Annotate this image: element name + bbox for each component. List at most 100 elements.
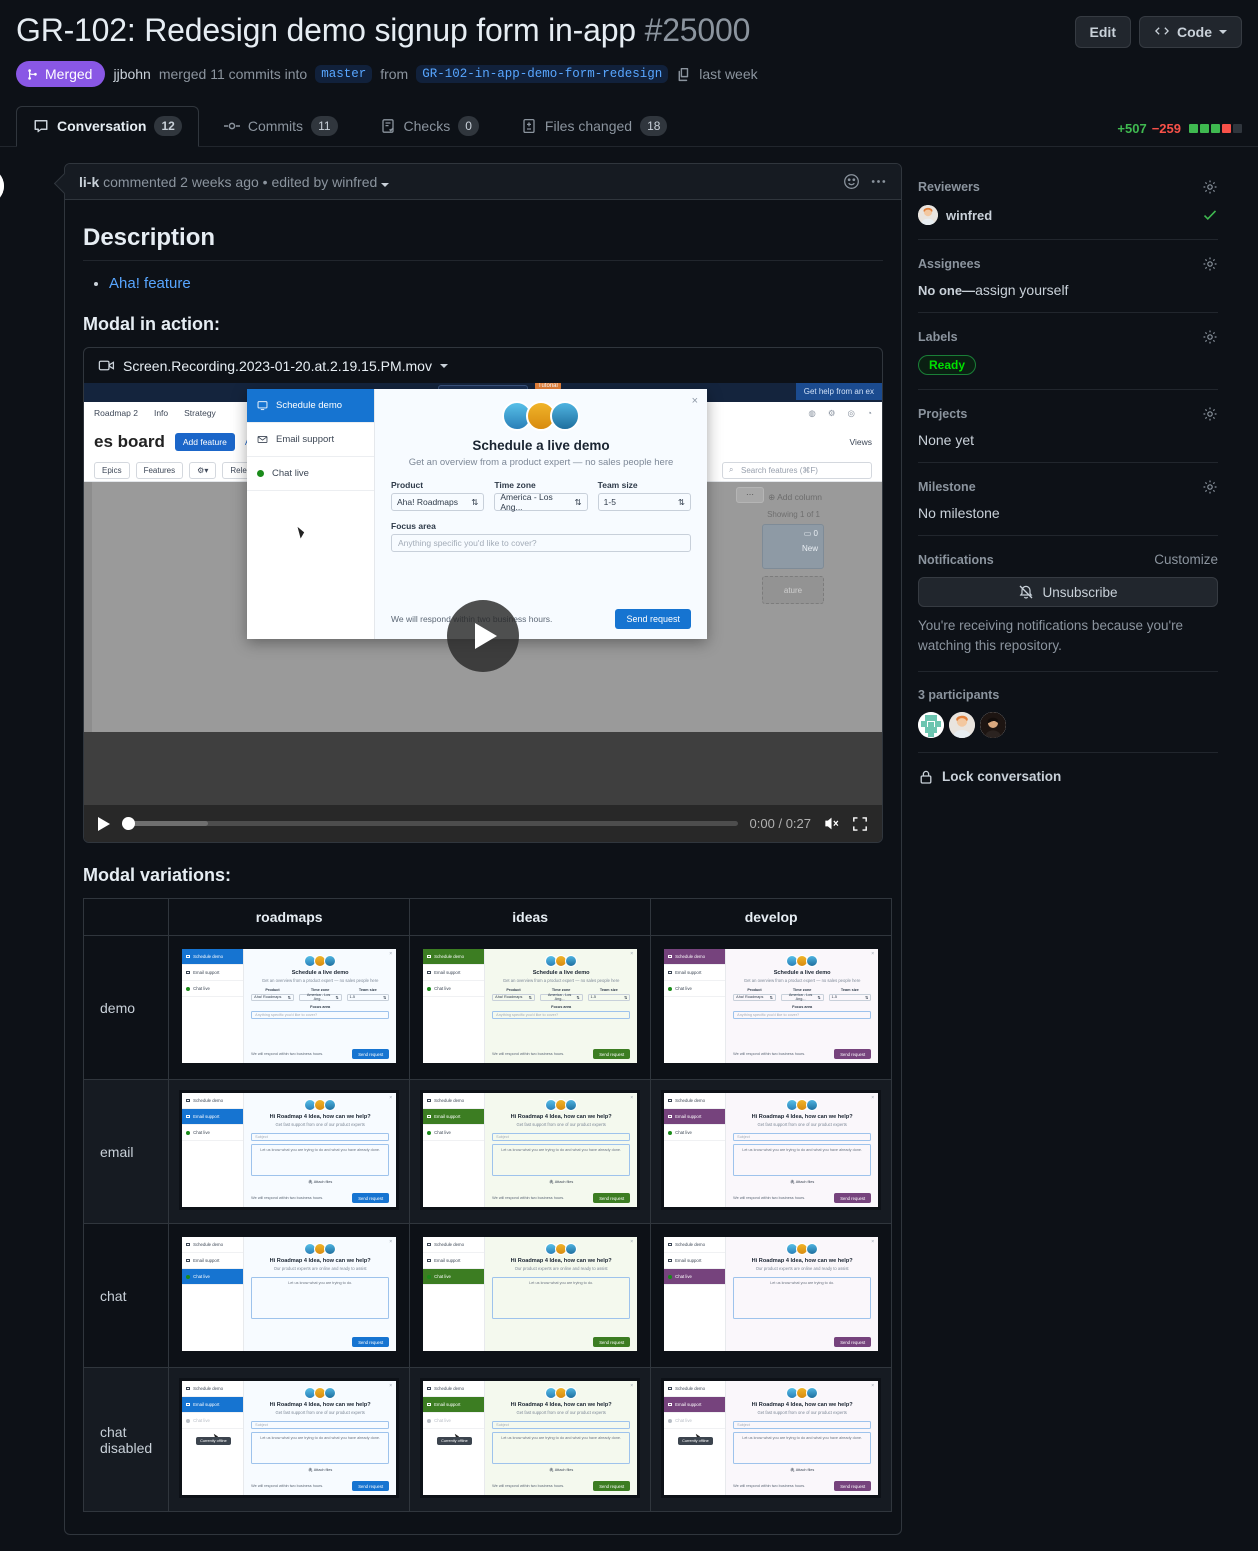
participant-avatar[interactable] bbox=[980, 712, 1006, 738]
lock-conversation-button[interactable]: Lock conversation bbox=[918, 769, 1218, 785]
thumb-menu-item[interactable]: Chat live bbox=[423, 1413, 484, 1429]
close-icon[interactable]: × bbox=[692, 395, 698, 407]
customize-link[interactable]: Customize bbox=[1154, 552, 1218, 567]
variation-thumbnail[interactable]: Schedule demoEmail supportChat liveHi Ro… bbox=[420, 1234, 640, 1354]
edit-button[interactable]: Edit bbox=[1075, 16, 1131, 48]
copy-branch-icon[interactable] bbox=[676, 67, 691, 82]
thumb-menu-item[interactable]: Chat live bbox=[182, 981, 243, 997]
thumb-attach-files[interactable]: 🖇 Attach files bbox=[251, 1179, 389, 1184]
modal-menu-email-support[interactable]: Email support bbox=[247, 423, 374, 457]
thumb-send-button[interactable]: Send request bbox=[352, 1049, 389, 1059]
thumb-menu-item[interactable]: Schedule demo bbox=[182, 1237, 243, 1253]
thumb-select[interactable]: America - Los Ang...⇅ bbox=[299, 994, 342, 1001]
modal-menu-chat-live[interactable]: Chat live bbox=[247, 457, 374, 491]
thumb-menu-item[interactable]: Schedule demo bbox=[664, 1381, 725, 1397]
thumb-send-button[interactable]: Send request bbox=[352, 1193, 389, 1203]
tab-conversation[interactable]: Conversation 12 bbox=[16, 106, 199, 147]
variation-thumbnail[interactable]: Schedule demoEmail supportChat liveCurre… bbox=[661, 1378, 881, 1498]
thumb-menu-item[interactable]: Chat live bbox=[664, 1269, 725, 1285]
timezone-select[interactable]: America - Los Ang...⇅ bbox=[494, 493, 587, 511]
thumb-select[interactable]: Aha! Roadmaps⇅ bbox=[492, 994, 535, 1001]
thumb-menu-item[interactable]: Chat live bbox=[423, 981, 484, 997]
modal-menu-schedule-demo[interactable]: Schedule demo bbox=[247, 389, 374, 423]
thumb-menu-item[interactable]: Schedule demo bbox=[182, 949, 243, 965]
thumb-attach-files[interactable]: 🖇 Attach files bbox=[733, 1179, 871, 1184]
close-icon[interactable]: × bbox=[871, 1095, 874, 1101]
thumb-menu-item[interactable]: Email support bbox=[664, 1109, 725, 1125]
comment-menu-icon[interactable] bbox=[870, 173, 887, 190]
thumb-menu-item[interactable]: Chat live bbox=[664, 1413, 725, 1429]
thumb-select[interactable]: Aha! Roadmaps⇅ bbox=[733, 994, 776, 1001]
close-icon[interactable]: × bbox=[871, 1383, 874, 1389]
code-button[interactable]: Code bbox=[1139, 16, 1242, 48]
thumb-send-button[interactable]: Send request bbox=[834, 1481, 871, 1491]
thumb-menu-item[interactable]: Schedule demo bbox=[664, 949, 725, 965]
send-request-button[interactable]: Send request bbox=[615, 609, 691, 629]
variation-thumbnail[interactable]: Schedule demoEmail supportChat liveHi Ro… bbox=[420, 1090, 640, 1210]
variation-thumbnail[interactable]: Schedule demoEmail supportChat liveSched… bbox=[661, 946, 881, 1066]
close-icon[interactable]: × bbox=[389, 1095, 392, 1101]
thumb-message-area[interactable]: Let us know what you are trying to do. bbox=[251, 1277, 389, 1319]
thumb-select[interactable]: America - Los Ang...⇅ bbox=[540, 994, 583, 1001]
thumb-message-area[interactable]: Let us know what you are trying to do an… bbox=[251, 1144, 389, 1176]
thumb-menu-item[interactable]: Schedule demo bbox=[664, 1237, 725, 1253]
variation-thumbnail[interactable]: Schedule demoEmail supportChat liveHi Ro… bbox=[661, 1234, 881, 1354]
thumb-menu-item[interactable]: Schedule demo bbox=[423, 949, 484, 965]
thumb-message-area[interactable]: Let us know what you are trying to do. bbox=[492, 1277, 630, 1319]
thumb-send-button[interactable]: Send request bbox=[593, 1337, 630, 1347]
thumb-menu-item[interactable]: Email support bbox=[182, 1397, 243, 1413]
tab-checks[interactable]: Checks 0 bbox=[363, 106, 496, 147]
thumb-send-button[interactable]: Send request bbox=[834, 1049, 871, 1059]
tab-commits[interactable]: Commits 11 bbox=[207, 106, 355, 147]
close-icon[interactable]: × bbox=[630, 1095, 633, 1101]
product-select[interactable]: Aha! Roadmaps⇅ bbox=[391, 493, 484, 511]
video-stage[interactable]: Quick start guide Tutorial Get help from… bbox=[84, 383, 882, 805]
variation-thumbnail[interactable]: Schedule demoEmail supportChat liveCurre… bbox=[420, 1378, 640, 1498]
thumb-select[interactable]: 1-5⇅ bbox=[588, 994, 631, 1001]
thumb-attach-files[interactable]: 🖇 Attach files bbox=[492, 1179, 630, 1184]
thumb-send-button[interactable]: Send request bbox=[593, 1481, 630, 1491]
thumb-menu-item[interactable]: Schedule demo bbox=[182, 1093, 243, 1109]
participant-avatar[interactable] bbox=[918, 712, 944, 738]
mute-icon[interactable] bbox=[823, 815, 840, 832]
comment-author[interactable]: li-k bbox=[79, 174, 99, 190]
thumb-menu-item[interactable]: Chat live bbox=[423, 1269, 484, 1285]
thumb-message-area[interactable]: Let us know what you are trying to do an… bbox=[492, 1144, 630, 1176]
thumb-send-button[interactable]: Send request bbox=[834, 1193, 871, 1203]
merged-by-user[interactable]: jjbohn bbox=[113, 66, 150, 82]
thumb-select[interactable]: 1-5⇅ bbox=[347, 994, 390, 1001]
focus-area-input[interactable]: Anything specific you'd like to cover? bbox=[391, 534, 691, 552]
thumb-subject-input[interactable]: Subject bbox=[251, 1133, 389, 1141]
tab-files-changed[interactable]: Files changed 18 bbox=[504, 106, 685, 147]
thumb-menu-item[interactable]: Chat live bbox=[182, 1413, 243, 1429]
thumb-attach-files[interactable]: 🖇 Attach files bbox=[251, 1467, 389, 1472]
thumb-menu-item[interactable]: Chat live bbox=[182, 1269, 243, 1285]
head-branch[interactable]: GR-102-in-app-demo-form-redesign bbox=[416, 65, 668, 83]
thumb-subject-input[interactable]: Subject bbox=[733, 1133, 871, 1141]
fullscreen-icon[interactable] bbox=[852, 816, 868, 832]
thumb-subject-input[interactable]: Subject bbox=[733, 1421, 871, 1429]
add-reaction-icon[interactable] bbox=[843, 173, 860, 190]
thumb-message-area[interactable]: Let us know what you are trying to do an… bbox=[733, 1432, 871, 1464]
video-progress-bar[interactable] bbox=[122, 821, 738, 826]
thumb-menu-item[interactable]: Email support bbox=[664, 965, 725, 981]
thumb-send-button[interactable]: Send request bbox=[834, 1337, 871, 1347]
close-icon[interactable]: × bbox=[389, 951, 392, 957]
gear-icon[interactable] bbox=[1202, 256, 1218, 272]
thumb-focus-input[interactable]: Anything specific you'd like to cover? bbox=[251, 1011, 389, 1019]
thumb-menu-item[interactable]: Email support bbox=[423, 965, 484, 981]
video-play-button[interactable] bbox=[98, 817, 110, 831]
participant-avatar[interactable] bbox=[949, 712, 975, 738]
thumb-menu-item[interactable]: Chat live bbox=[664, 1125, 725, 1141]
thumb-focus-input[interactable]: Anything specific you'd like to cover? bbox=[733, 1011, 871, 1019]
thumb-subject-input[interactable]: Subject bbox=[251, 1421, 389, 1429]
thumb-menu-item[interactable]: Schedule demo bbox=[423, 1093, 484, 1109]
thumb-subject-input[interactable]: Subject bbox=[492, 1133, 630, 1141]
thumb-menu-item[interactable]: Schedule demo bbox=[664, 1093, 725, 1109]
avatar[interactable] bbox=[0, 168, 4, 204]
thumb-menu-item[interactable]: Email support bbox=[182, 1253, 243, 1269]
thumb-attach-files[interactable]: 🖇 Attach files bbox=[733, 1467, 871, 1472]
close-icon[interactable]: × bbox=[630, 951, 633, 957]
thumb-menu-item[interactable]: Schedule demo bbox=[182, 1381, 243, 1397]
variation-thumbnail[interactable]: Schedule demoEmail supportChat liveHi Ro… bbox=[661, 1090, 881, 1210]
